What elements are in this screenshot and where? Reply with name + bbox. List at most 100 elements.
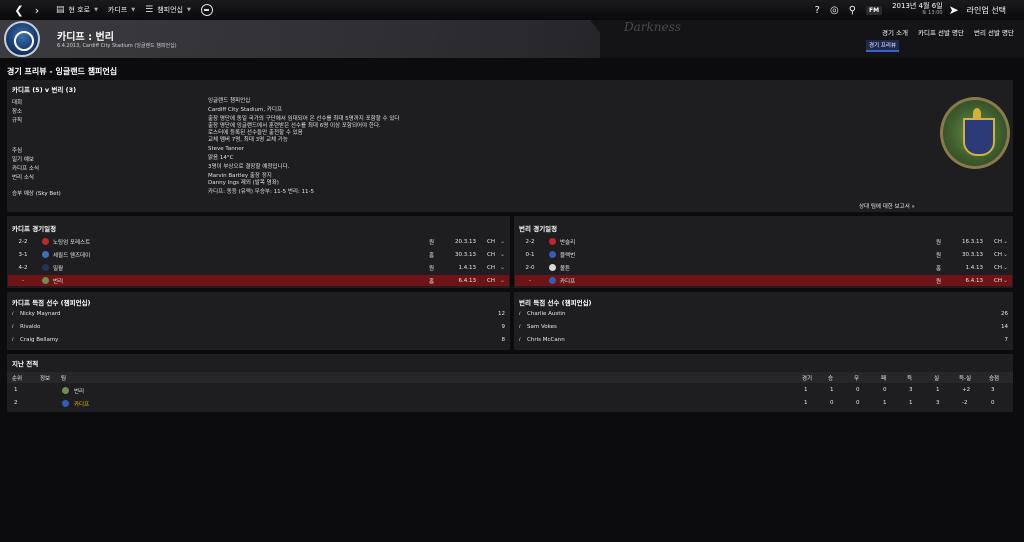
fixture-opponent[interactable]: 밀월 — [53, 264, 63, 272]
fixture-opponent[interactable]: 번리 — [53, 277, 63, 285]
scorer-name[interactable]: Charlie Austin — [527, 311, 565, 317]
col-goals-against[interactable]: 실 — [934, 374, 939, 382]
fixture-row[interactable]: - 번리 홈 6.4.13 CH ⌄ — [8, 275, 509, 286]
fixture-competition: CH — [487, 238, 495, 245]
info-icon[interactable]: i — [519, 337, 521, 343]
fixture-opponent[interactable]: 볼튼 — [560, 264, 570, 272]
scorer-goals: 7 — [1004, 337, 1009, 343]
club-crest-icon — [549, 238, 556, 245]
col-position[interactable]: 순위 — [12, 374, 22, 382]
fm-menu[interactable]: FM — [866, 5, 883, 15]
col-drawn[interactable]: 무 — [854, 374, 859, 382]
fixture-date: 1.4.13 — [965, 264, 984, 271]
cell-pos: 1 — [14, 387, 18, 393]
scorer-row[interactable]: i Chris McCann 7 — [515, 337, 1012, 348]
chevron-down-icon[interactable]: ⌄ — [1003, 238, 1008, 245]
scorer-row[interactable]: i Rivaldo 9 — [8, 324, 509, 335]
col-info[interactable]: 정보 — [40, 374, 50, 382]
opponent-report-link[interactable]: 상대 팀에 대한 보고서 » — [859, 202, 915, 210]
fixture-venue: 홈 — [429, 252, 435, 259]
fixture-opponent[interactable]: 블랙번 — [560, 251, 575, 259]
cell-d: 0 — [856, 387, 860, 393]
club-crest-icon — [42, 264, 49, 271]
cell-l: 0 — [883, 387, 887, 393]
info-icon[interactable]: i — [12, 324, 14, 330]
cell-team[interactable]: 번리 — [74, 387, 84, 395]
scorer-row[interactable]: i Nicky Maynard 12 — [8, 311, 509, 322]
competition-menu[interactable]: ☰ 챔피언십 ▼ — [145, 5, 191, 15]
chevron-down-icon[interactable]: ⌄ — [1003, 277, 1008, 284]
fixture-score: 2-0 — [525, 264, 535, 271]
col-team[interactable]: 팀 — [61, 374, 66, 382]
table-row[interactable]: 1 1 1 0 0 3 1 +2 3 번리 — [7, 385, 1013, 397]
scorer-name[interactable]: Rivaldo — [20, 324, 40, 330]
help-icon[interactable]: ? — [815, 5, 820, 16]
fixture-date: 6.4.13 — [458, 277, 477, 284]
tab-cardiff-lineup[interactable]: 카디프 선발 명단 — [918, 27, 964, 37]
info-icon[interactable]: i — [12, 311, 14, 317]
fixture-opponent[interactable]: 카디프 — [560, 277, 575, 285]
continue-button[interactable]: 라인업 선택 — [967, 5, 1006, 16]
chevron-down-icon[interactable]: ⌄ — [500, 277, 505, 284]
match-subtitle: 6.4.2013, Cardiff City Stadium (잉글랜드 챔피언… — [57, 43, 177, 49]
match-info-heading: 카디프 (5) v 번리 (3) — [12, 86, 77, 94]
club-crest-icon — [42, 238, 49, 245]
info-value-line: Danny Ings 제외 (발목 염좌) — [208, 180, 279, 186]
info-label: 카디프 소식 — [12, 166, 40, 172]
fixture-row[interactable]: - 카디프 원 6.4.13 CH ⌄ — [515, 275, 1012, 286]
col-goal-diff[interactable]: 득-실 — [959, 374, 971, 382]
search-icon[interactable]: ⚲ — [849, 5, 856, 16]
info-icon[interactable]: i — [519, 311, 521, 317]
tab-burnley-lineup[interactable]: 번리 선발 명단 — [974, 27, 1014, 37]
scorer-row[interactable]: i Sam Vokes 14 — [515, 324, 1012, 335]
col-won[interactable]: 승 — [828, 374, 833, 382]
fixture-opponent[interactable]: 셰필드 웬즈데이 — [53, 251, 90, 259]
globe-menu-icon[interactable]: ◎ — [830, 5, 839, 16]
fixture-row[interactable]: 2-2 반슬리 원 16.3.13 CH ⌄ — [515, 236, 1012, 247]
col-played[interactable]: 경기 — [802, 374, 812, 382]
fixture-competition: CH — [487, 264, 495, 271]
scorer-row[interactable]: i Charlie Austin 26 — [515, 311, 1012, 322]
scorer-name[interactable]: Chris McCann — [527, 337, 565, 343]
scorer-goals: 14 — [1001, 324, 1008, 330]
chevron-down-icon[interactable]: ⌄ — [500, 238, 505, 245]
scorer-name[interactable]: Craig Bellamy — [20, 337, 58, 343]
info-icon[interactable]: i — [519, 324, 521, 330]
fixture-row[interactable]: 3-1 셰필드 웬즈데이 홈 30.3.13 CH ⌄ — [8, 249, 509, 260]
fixture-opponent[interactable]: 노팅엄 포레스트 — [53, 238, 90, 246]
fixture-row[interactable]: 2-0 볼튼 홈 1.4.13 CH ⌄ — [515, 262, 1012, 273]
scorer-goals: 8 — [501, 337, 506, 343]
club-crest-icon — [549, 277, 556, 284]
scorer-name[interactable]: Nicky Maynard — [20, 311, 61, 317]
club-menu[interactable]: 카디프 ▼ — [108, 5, 135, 15]
scorer-row[interactable]: i Craig Bellamy 8 — [8, 337, 509, 348]
tab-match-intro[interactable]: 경기 소개 — [882, 27, 908, 37]
fixture-row[interactable]: 2-2 노팅엄 포레스트 원 20.3.13 CH ⌄ — [8, 236, 509, 247]
info-label: 장소 — [12, 109, 23, 115]
scorer-goals: 12 — [498, 311, 505, 317]
tab-match-preview[interactable]: 경기 프리뷰 — [866, 40, 900, 52]
back-arrow-icon[interactable]: ❮ — [10, 4, 28, 17]
col-points[interactable]: 승점 — [989, 374, 999, 382]
scorer-name[interactable]: Sam Vokes — [527, 324, 557, 330]
chevron-down-icon[interactable]: ⌄ — [500, 251, 505, 258]
cell-team[interactable]: 카디프 — [74, 400, 89, 408]
chevron-down-icon[interactable]: ⌄ — [1003, 264, 1008, 271]
continue-arrow-icon[interactable]: ➤ — [949, 3, 959, 17]
fixture-row[interactable]: 0-1 블랙번 원 30.3.13 CH ⌄ — [515, 249, 1012, 260]
info-value: Cardiff City Stadium, 카디프 — [208, 107, 282, 114]
table-row[interactable]: 2 1 0 0 1 1 3 -2 0 카디프 — [7, 398, 1013, 410]
world-icon[interactable] — [200, 4, 213, 16]
fixture-date: 16.3.13 — [962, 238, 983, 245]
chevron-down-icon[interactable]: ⌄ — [500, 264, 505, 271]
fixture-row[interactable]: 4-2 밀월 원 1.4.13 CH ⌄ — [8, 262, 509, 273]
col-goals-for[interactable]: 득 — [907, 374, 912, 382]
col-lost[interactable]: 패 — [881, 374, 886, 382]
info-label: 대회 — [12, 100, 23, 106]
fixture-competition: CH — [994, 277, 1002, 284]
chevron-down-icon[interactable]: ⌄ — [1003, 251, 1008, 258]
forward-arrow-icon[interactable]: › — [28, 4, 46, 17]
home-menu[interactable]: ▤ 현 호로 ▼ — [56, 5, 98, 15]
info-icon[interactable]: i — [12, 337, 14, 343]
fixture-opponent[interactable]: 반슬리 — [560, 238, 575, 246]
